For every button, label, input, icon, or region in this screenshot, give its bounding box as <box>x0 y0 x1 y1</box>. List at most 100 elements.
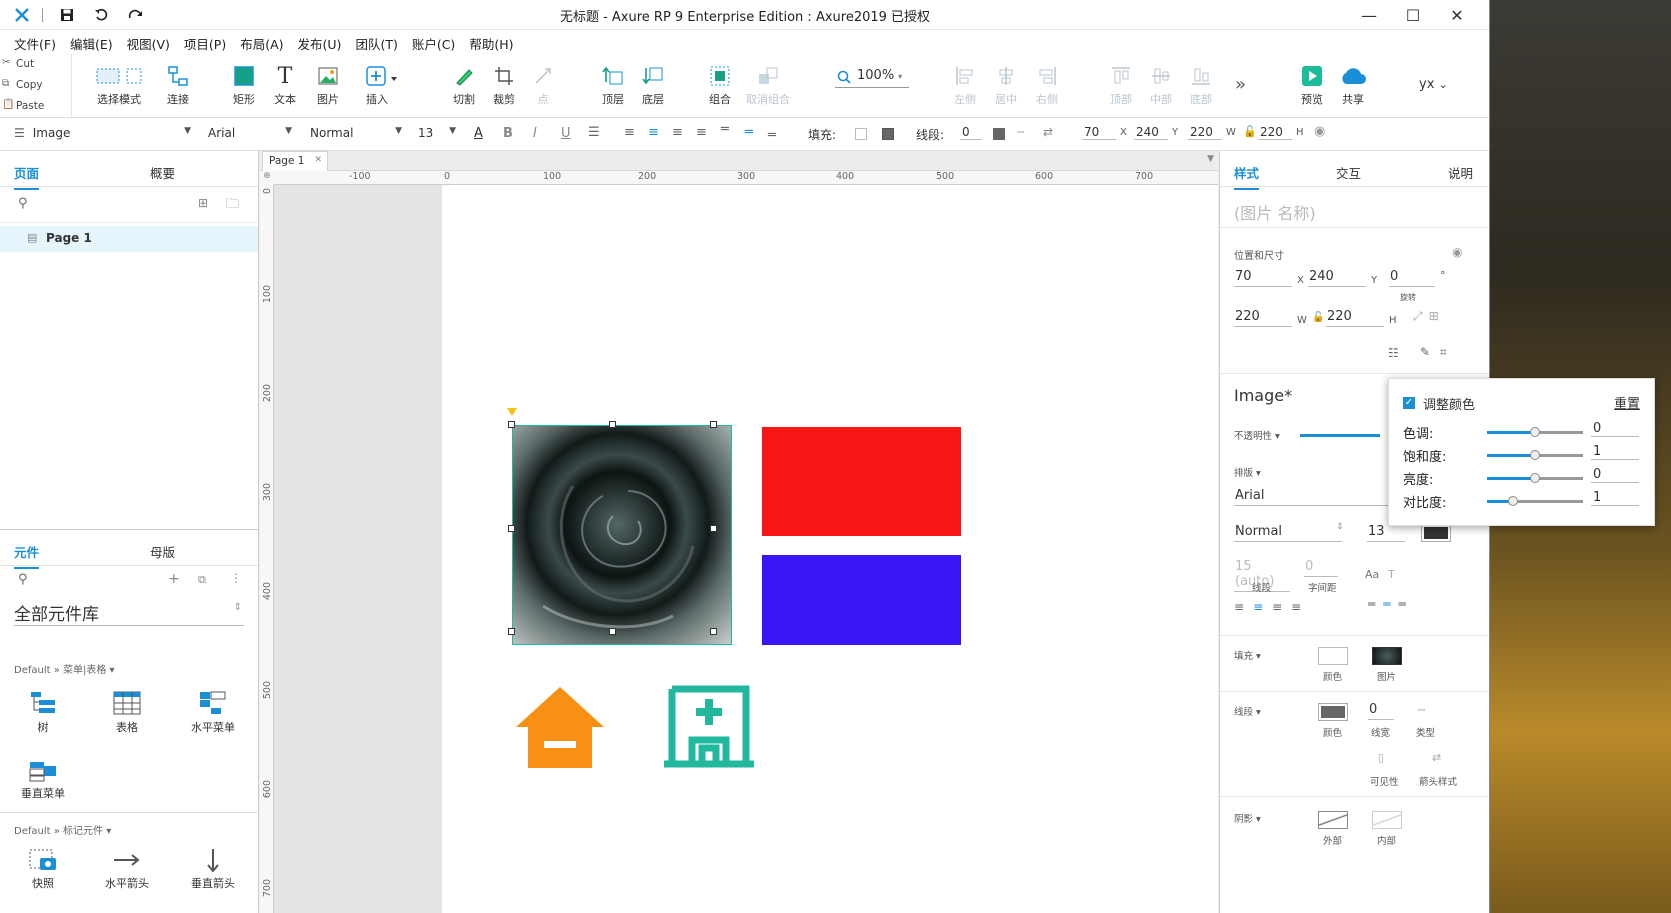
text-align-left-icon[interactable]: ≡ <box>624 125 635 140</box>
fit-size-icons[interactable]: ⤢⊞ <box>1413 309 1445 324</box>
adjust-value-input[interactable]: 1 <box>1591 490 1639 506</box>
lock-icon[interactable]: 🔓 <box>1243 125 1257 138</box>
library-window-icon[interactable]: ⧉ <box>198 573 206 587</box>
text-shadow-icon[interactable]: T <box>1388 568 1395 581</box>
stroke-type-icon[interactable]: ┄ <box>1418 703 1425 717</box>
widget-table[interactable]: 表格 <box>92 690 162 735</box>
text-justify-icon[interactable]: ≡ <box>696 125 707 140</box>
close-button[interactable]: ✕ <box>1435 0 1479 30</box>
adjust-value-input[interactable]: 1 <box>1591 444 1639 460</box>
vertical-align-icons[interactable]: ═══ <box>1368 597 1414 611</box>
adjust-value-input[interactable]: 0 <box>1591 421 1639 437</box>
cut-button[interactable]: ✂ Cut <box>0 54 71 75</box>
library-group-menus[interactable]: Default » 菜单|表格 ▾ <box>14 661 115 676</box>
stroke-heading[interactable]: 线段 ▾ <box>1234 704 1261 718</box>
inner-shadow-swatch[interactable] <box>1372 811 1402 829</box>
letter-spacing-input[interactable]: 0 <box>1304 559 1338 577</box>
tab-pages[interactable]: 页面 <box>14 163 40 190</box>
search-icon[interactable]: ⚲ <box>18 196 28 211</box>
weight-select[interactable]: Normal ▼ <box>306 124 406 145</box>
tab-outline[interactable]: 概要 <box>150 163 175 182</box>
zoom-select[interactable]: 100% ▾ <box>835 68 909 88</box>
slider-knob[interactable] <box>1530 450 1540 460</box>
adjust-icon[interactable]: ☷ <box>1388 346 1399 360</box>
underline-icon[interactable]: U <box>561 126 571 141</box>
italic-icon[interactable]: I <box>533 126 537 141</box>
font-weight-select[interactable]: Normal <box>1234 524 1342 542</box>
tab-notes[interactable]: 说明 <box>1448 163 1473 182</box>
resize-handle[interactable] <box>710 628 717 635</box>
format-x-input[interactable]: 70 <box>1082 125 1116 140</box>
format-h-input[interactable]: 220 <box>1258 125 1292 140</box>
size-select[interactable]: 13 ▼ <box>414 124 460 145</box>
slider-knob[interactable] <box>1530 427 1540 437</box>
maximize-button[interactable]: ☐ <box>1391 0 1435 30</box>
edit-image-icon[interactable]: ✎ <box>1420 345 1430 359</box>
ungroup-button[interactable]: 取消组合 <box>738 64 798 107</box>
adjust-slider[interactable] <box>1487 427 1583 437</box>
widget-snapshot[interactable]: 快照 <box>8 848 78 891</box>
valign-top-icon[interactable]: ═ <box>721 122 729 137</box>
paragraph-align-icons[interactable]: ≡≡≡≡ <box>1234 600 1310 614</box>
widget-harrow[interactable]: 水平箭头 <box>92 848 162 891</box>
blue-rectangle[interactable] <box>762 555 961 645</box>
font-select[interactable]: Arial ▼ <box>204 124 296 145</box>
outer-shadow-swatch[interactable] <box>1318 811 1348 829</box>
resize-handle[interactable] <box>710 421 717 428</box>
resize-handle[interactable] <box>710 525 717 532</box>
resize-handle[interactable] <box>508 525 515 532</box>
resize-handle[interactable] <box>609 628 616 635</box>
visibility-icon[interactable]: ▯ <box>1378 751 1384 764</box>
bullet-list-icon[interactable]: ☰ <box>588 125 600 140</box>
menu-help[interactable]: 帮助(H) <box>455 30 513 53</box>
menu-edit[interactable]: 编辑(E) <box>56 30 113 53</box>
eye-icon[interactable]: ◉ <box>1452 245 1462 259</box>
insert-button[interactable]: 插入 <box>352 64 412 107</box>
adjust-slider[interactable] <box>1487 473 1583 483</box>
fill-color-swatch[interactable] <box>855 128 867 140</box>
adjust-slider[interactable] <box>1487 450 1583 460</box>
tab-dropdown-icon[interactable]: ▼ <box>1207 154 1214 164</box>
font-size-input[interactable]: 13 <box>1367 524 1405 542</box>
close-tab-icon[interactable]: ✕ <box>314 155 322 165</box>
bold-icon[interactable]: B <box>503 126 513 141</box>
opacity-heading[interactable]: 不透明性 ▾ <box>1234 428 1280 442</box>
search-icon[interactable]: ⚲ <box>18 572 28 587</box>
align-right-button[interactable]: 右侧 <box>1017 64 1077 107</box>
stroke-color-swatch[interactable] <box>1318 703 1348 721</box>
page-list-item[interactable]: ▤ Page 1 <box>0 226 258 252</box>
opacity-slider[interactable] <box>1300 434 1380 437</box>
slider-knob[interactable] <box>1530 473 1540 483</box>
more-vertical-icon[interactable]: ⋮ <box>230 571 242 585</box>
valign-middle-icon[interactable]: ═ <box>745 125 753 140</box>
design-page[interactable] <box>442 185 1218 913</box>
slider-knob[interactable] <box>1507 496 1518 506</box>
crop-icon[interactable]: ⌗ <box>1440 345 1447 360</box>
rotation-input[interactable]: 0 <box>1389 269 1435 287</box>
style-select[interactable]: ☰ Image ▼ <box>10 124 195 145</box>
text-align-center-icon[interactable]: ≡ <box>648 125 659 140</box>
widget-vmenu[interactable]: 垂直菜单 <box>8 760 78 801</box>
x-input[interactable]: 70 <box>1234 269 1292 287</box>
fill-heading[interactable]: 填充 ▾ <box>1234 648 1261 662</box>
rotation-handle-icon[interactable] <box>507 408 517 416</box>
bottom-layer-button[interactable]: 底层 <box>623 64 683 107</box>
more-tools-icon[interactable]: » <box>1235 74 1246 95</box>
align-bottom-button[interactable]: 底部 <box>1171 64 1231 107</box>
menu-account[interactable]: 账户(C) <box>398 30 455 53</box>
fill-color-swatch[interactable] <box>1318 647 1348 665</box>
hospital-icon[interactable] <box>662 685 756 770</box>
eye-icon[interactable]: ◉ <box>1314 124 1325 139</box>
format-w-input[interactable]: 220 <box>1188 125 1222 140</box>
menu-publish[interactable]: 发布(U) <box>284 30 342 53</box>
widget-hmenu[interactable]: 水平菜单 <box>178 690 248 735</box>
select-mode-button[interactable]: 选择模式 <box>88 64 150 107</box>
red-rectangle[interactable] <box>762 427 961 536</box>
tab-style[interactable]: 样式 <box>1234 163 1260 190</box>
font-color-swatch[interactable] <box>1421 524 1451 542</box>
reset-link[interactable]: 重置 <box>1614 393 1640 412</box>
add-folder-icon[interactable]: 🗀 <box>226 195 239 217</box>
menu-team[interactable]: 团队(T) <box>341 30 397 53</box>
tab-masters[interactable]: 母版 <box>150 542 175 561</box>
widget-name-input[interactable]: (图片 名称) <box>1234 200 1316 224</box>
